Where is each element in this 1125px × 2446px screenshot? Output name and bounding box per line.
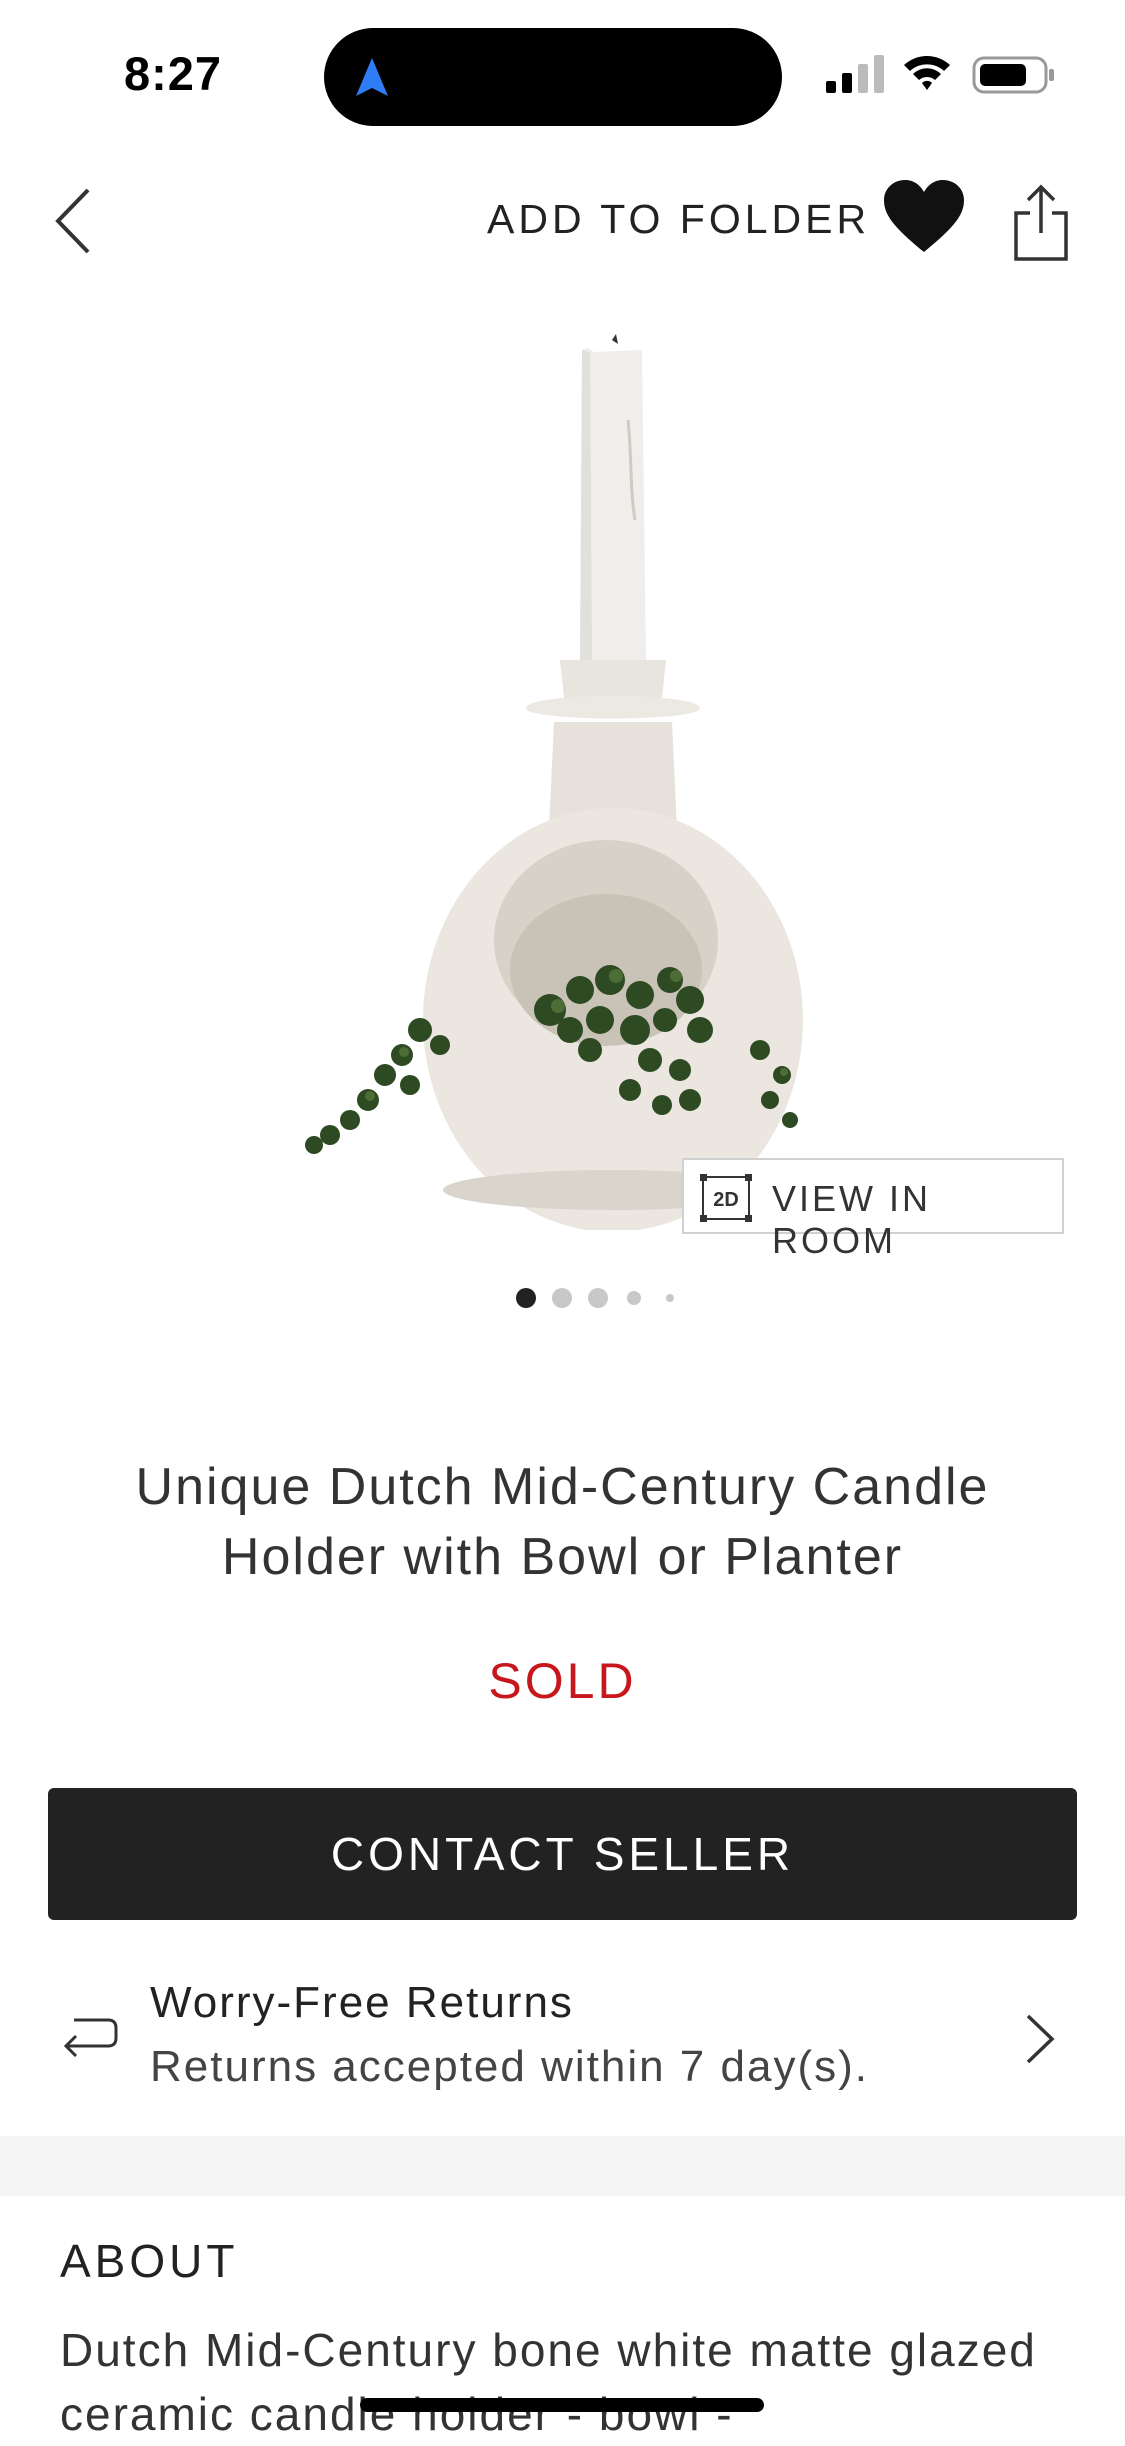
add-to-folder-button[interactable]: ADD TO FOLDER bbox=[487, 196, 870, 243]
about-text: Dutch Mid-Century bone white matte glaze… bbox=[60, 2324, 1037, 2440]
carousel-dot bbox=[588, 1288, 608, 1308]
carousel-dot bbox=[627, 1291, 641, 1305]
view-in-room-label: VIEW IN ROOM bbox=[772, 1178, 932, 1261]
product-image[interactable] bbox=[290, 330, 830, 1230]
returns-title[interactable]: Worry-Free Returns bbox=[150, 1978, 574, 2028]
share-icon[interactable] bbox=[1010, 183, 1072, 263]
battery-icon bbox=[972, 56, 1054, 94]
carousel-dot bbox=[552, 1288, 572, 1308]
view-in-room-badge: 2D bbox=[713, 1189, 739, 1211]
view-in-room-button[interactable]: 2D VIEW IN ROOM bbox=[682, 1158, 1064, 1261]
dynamic-island bbox=[324, 28, 782, 126]
wifi-icon bbox=[904, 56, 950, 90]
sold-status: SOLD bbox=[488, 1653, 637, 1709]
view-in-room-frame-icon: 2D bbox=[700, 1174, 752, 1222]
section-divider bbox=[0, 2136, 1125, 2196]
carousel-dot bbox=[516, 1288, 536, 1308]
image-carousel-dots[interactable] bbox=[512, 1286, 692, 1310]
back-chevron-icon[interactable] bbox=[46, 180, 102, 262]
cellular-signal-icon bbox=[826, 55, 884, 93]
heart-favorite-icon[interactable] bbox=[882, 178, 966, 256]
about-heading: ABOUT bbox=[60, 2235, 239, 2287]
carousel-dot bbox=[666, 1294, 674, 1302]
location-arrow-icon bbox=[356, 58, 388, 96]
product-title: Unique Dutch Mid-Century Candle Holder w… bbox=[135, 1458, 990, 1586]
return-arrow-icon bbox=[63, 2018, 118, 2058]
status-time: 8:27 bbox=[124, 47, 223, 100]
home-indicator[interactable] bbox=[360, 2398, 764, 2412]
chevron-right-icon[interactable] bbox=[1024, 2012, 1056, 2066]
returns-subtitle[interactable]: Returns accepted within 7 day(s). bbox=[150, 2042, 869, 2092]
contact-seller-button[interactable]: CONTACT SELLER bbox=[48, 1788, 1077, 1920]
